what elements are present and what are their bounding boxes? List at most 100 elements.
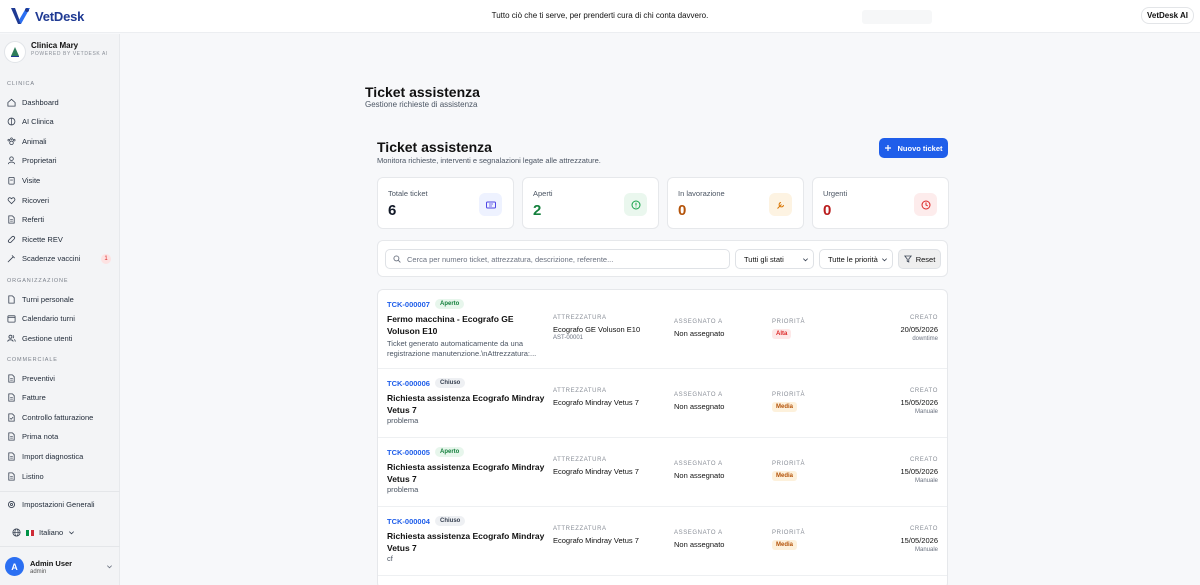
- status-badge: Chiuso: [435, 378, 466, 388]
- sidebar-item-label: Ricoveri: [22, 195, 50, 205]
- settings-link[interactable]: Impostazioni Generali: [7, 500, 95, 509]
- ticket-id[interactable]: TCK-000004: [387, 517, 430, 526]
- assigned-label: ASSEGNATO A: [674, 392, 723, 398]
- table-row[interactable]: TCK-000005 Aperto Richiesta assistenza Eco…: [378, 438, 947, 507]
- equipment-label: ATTREZZATURA: [553, 315, 607, 321]
- ticket-source: downtime: [912, 336, 938, 342]
- sidebar-item-label: Referti: [22, 215, 45, 225]
- ticket-icon: [479, 193, 502, 216]
- equipment-value: Ecografo Mindray Vetus 7: [553, 536, 639, 545]
- status-badge: Chiuso: [435, 516, 466, 526]
- sidebar-item-label: Animali: [22, 136, 47, 146]
- ticket-description: cf: [387, 554, 393, 563]
- chevron-down-icon: [69, 531, 75, 535]
- section-subtitle: Monitora richieste, interventi e segnala…: [377, 156, 601, 165]
- stat-card-in-lavorazione: In lavorazione 0: [667, 177, 804, 229]
- wrench-icon: [769, 193, 792, 216]
- user-icon: [7, 156, 16, 165]
- sidebar-item-label: Visite: [22, 175, 41, 185]
- sidebar-item-ai-clinica[interactable]: AI Clinica: [7, 115, 113, 129]
- sidebar-item-preventivi[interactable]: Preventivi: [7, 371, 113, 385]
- clipboard-icon: [8, 176, 15, 185]
- language-selector[interactable]: Italiano: [12, 528, 75, 537]
- sidebar-divider-bottom: [0, 546, 120, 547]
- ticket-id[interactable]: TCK-000005: [387, 448, 430, 457]
- created-label: CREATO: [909, 388, 938, 394]
- search-placeholder: Cerca per numero ticket, attrezzatura, d…: [407, 254, 614, 264]
- stat-label: Totale ticket: [388, 189, 428, 198]
- created-label: CREATO: [909, 526, 938, 532]
- sidebar-item-label: Listino: [22, 471, 44, 481]
- sidebar-item-turni-personale[interactable]: Turni personale: [7, 292, 113, 306]
- plus-icon: [885, 145, 892, 151]
- section-title-organizzazione: ORGANIZZAZIONE: [7, 278, 69, 284]
- ticket-title: Richiesta assistenza Ecografo Mindray Ve…: [387, 393, 545, 415]
- table-row[interactable]: TCK-000007 Aperto Fermo macchina - Ecograf…: [378, 290, 947, 369]
- sidebar-item-label: Prima nota: [22, 432, 59, 442]
- top-placeholder: [862, 10, 932, 24]
- clinic-powered-by: POWERED BY VETDESK AI: [31, 51, 108, 57]
- ticket-id[interactable]: TCK-000006: [387, 379, 430, 388]
- sidebar-item-controllo-fatturazione[interactable]: Controllo fatturazione: [7, 410, 113, 424]
- created-label: CREATO: [909, 457, 938, 463]
- stat-card-urgenti: Urgenti 0: [812, 177, 949, 229]
- user-menu[interactable]: A Admin User admin: [5, 557, 113, 576]
- sidebar-item-referti[interactable]: Referti: [7, 213, 113, 227]
- section-title-clinica: CLINICA: [7, 81, 35, 87]
- new-ticket-label: Nuovo ticket: [897, 143, 943, 153]
- sidebar-item-dashboard[interactable]: Dashboard: [7, 95, 113, 109]
- stat-value: 2: [533, 202, 542, 219]
- file-icon: [8, 471, 15, 481]
- sidebar-item-calendario-turni[interactable]: Calendario turni: [7, 312, 113, 326]
- table-row[interactable]: TCK-000004 Chiuso Richiesta assistenza Eco…: [378, 507, 947, 576]
- chevron-down-icon: [107, 565, 112, 569]
- sidebar-item-prima-nota[interactable]: Prima nota: [7, 430, 113, 444]
- ticket-id[interactable]: TCK-000007: [387, 300, 430, 309]
- page-subtitle: Gestione richieste di assistenza: [365, 100, 478, 109]
- italy-flag-icon: [26, 529, 35, 536]
- clinic-name: Clinica Mary: [31, 41, 79, 50]
- sidebar-item-visite[interactable]: Visite: [7, 173, 113, 187]
- sidebar-item-fatture[interactable]: Fatture: [7, 391, 113, 405]
- sidebar-item-scadenze-vaccini[interactable]: Scadenze vaccini 1: [7, 252, 113, 266]
- ticket-description: problema: [387, 416, 419, 425]
- home-icon: [7, 98, 16, 107]
- language-label: Italiano: [39, 528, 64, 537]
- ticket-source: Manuale: [914, 547, 938, 553]
- reset-button[interactable]: Reset: [898, 249, 941, 269]
- sidebar-item-label: Scadenze vaccini: [22, 254, 81, 264]
- stat-card-totale-ticket: Totale ticket 6: [377, 177, 514, 229]
- user-name: Admin User: [30, 558, 73, 568]
- created-label: CREATO: [909, 315, 938, 321]
- ticket-title: Richiesta assistenza Ecografo Mindray Ve…: [387, 531, 545, 553]
- ticket-description: problema: [387, 485, 419, 494]
- assigned-value: Non assegnato: [674, 471, 725, 480]
- priority-label: PRIORITÀ: [772, 319, 806, 325]
- sidebar-item-ricette-rev[interactable]: Ricette REV: [7, 232, 113, 246]
- sidebar-item-gestione-utenti[interactable]: Gestione utenti: [7, 331, 113, 345]
- ticket-list: TCK-000007 Aperto Fermo macchina - Ecograf…: [377, 289, 948, 585]
- sidebar-item-label: AI Clinica: [22, 117, 54, 127]
- sidebar-item-proprietari[interactable]: Proprietari: [7, 154, 113, 168]
- syringe-icon: [7, 255, 15, 263]
- table-row[interactable]: TCK-000006 Chiuso Richiesta assistenza Eco…: [378, 369, 947, 438]
- clinic-switcher[interactable]: Clinica Mary POWERED BY VETDESK AI: [4, 41, 111, 63]
- priority-select[interactable]: Tutte le priorità: [819, 249, 893, 269]
- list-icon: [8, 294, 15, 304]
- filter-icon: [903, 255, 912, 263]
- calendar-icon: [7, 315, 16, 323]
- new-ticket-button[interactable]: Nuovo ticket: [879, 138, 948, 158]
- priority-label: PRIORITÀ: [772, 530, 806, 536]
- equipment-label: ATTREZZATURA: [553, 526, 607, 532]
- search-input[interactable]: Cerca per numero ticket, attrezzatura, d…: [385, 249, 730, 269]
- created-date: 15/05/2026: [900, 536, 938, 545]
- file-icon: [8, 452, 15, 461]
- sidebar-item-animali[interactable]: Animali: [7, 134, 113, 148]
- sidebar-item-listino[interactable]: Listino: [7, 469, 113, 483]
- sidebar-item-import-diagnostica[interactable]: Import diagnostica: [7, 449, 113, 463]
- vetdesk-ai-button[interactable]: VetDesk AI: [1141, 7, 1194, 24]
- sidebar-item-ricoveri[interactable]: Ricoveri: [7, 193, 113, 207]
- status-select[interactable]: Tutti gli stati: [735, 249, 814, 269]
- top-bar: VetDesk Tutto ciò che ti serve, per pren…: [0, 0, 1200, 33]
- globe-icon: [12, 528, 21, 537]
